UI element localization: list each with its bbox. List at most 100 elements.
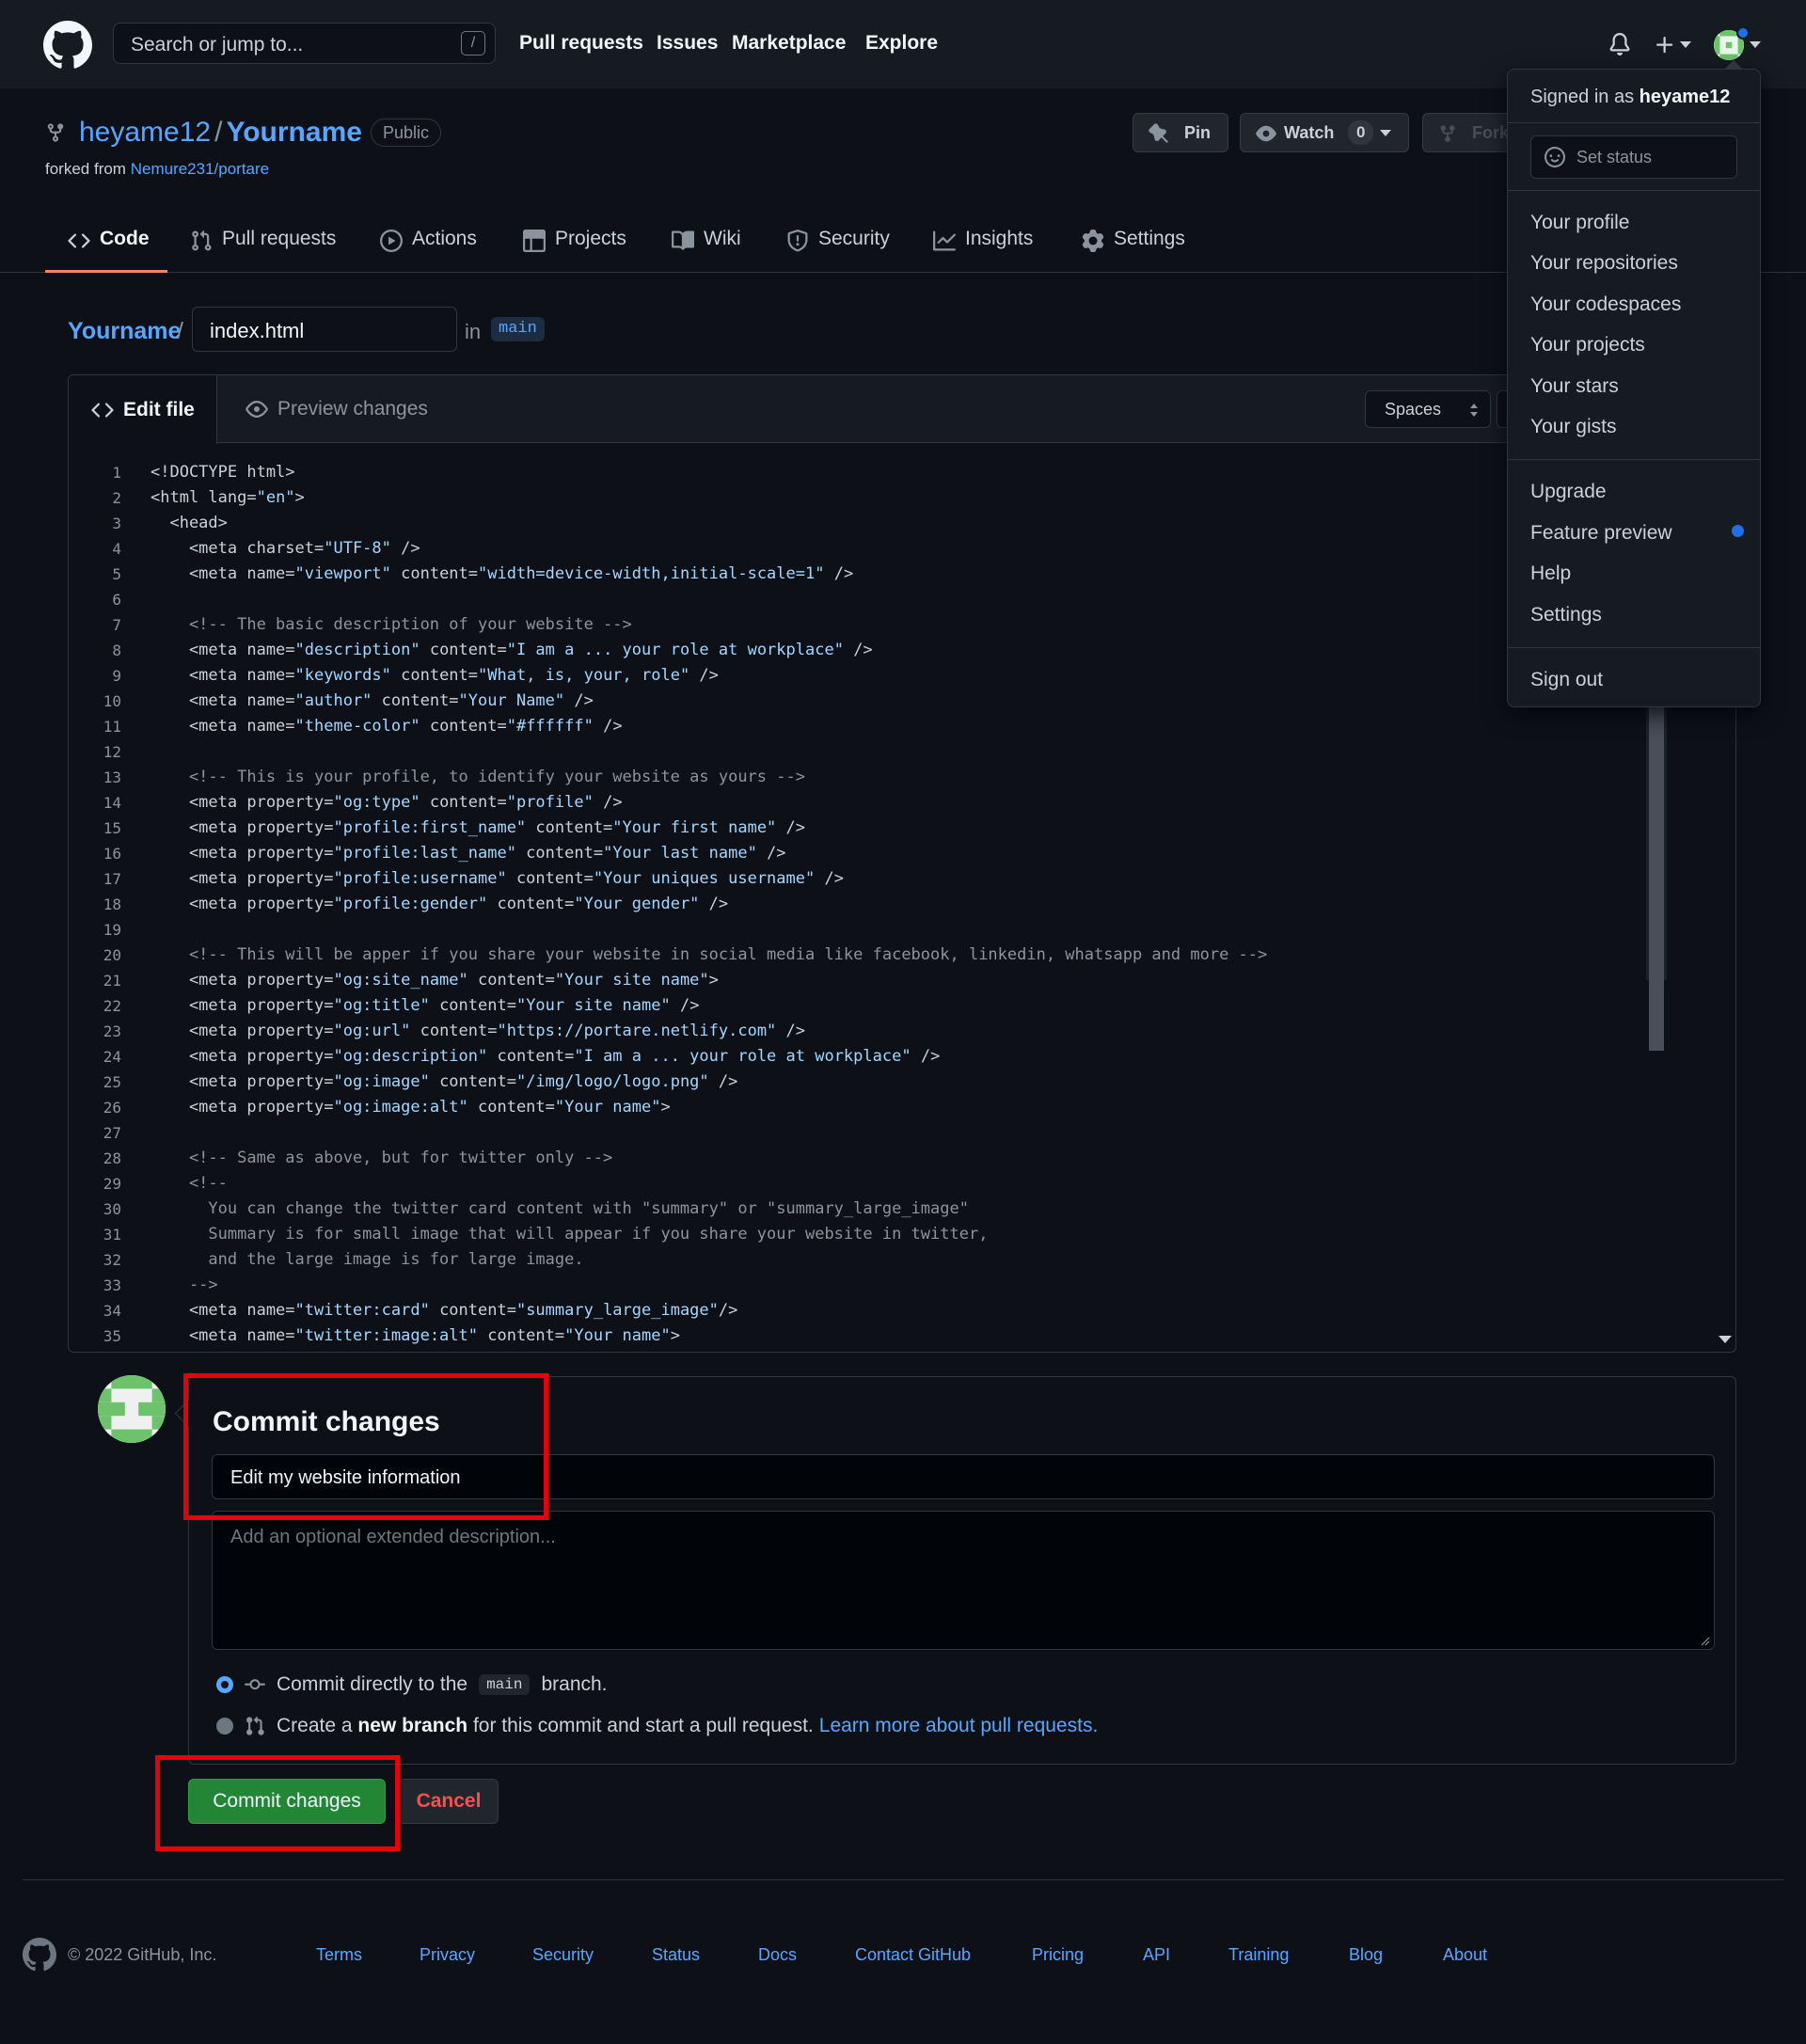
fork-button[interactable]: Fork bbox=[1422, 113, 1507, 152]
line-content: <meta name="theme-color" content="#fffff… bbox=[150, 714, 623, 739]
footer-link-pricing[interactable]: Pricing bbox=[1032, 1945, 1084, 1965]
caret-down-icon[interactable] bbox=[1680, 41, 1691, 49]
line-content: --> bbox=[150, 1276, 218, 1294]
line-number: 18 bbox=[103, 895, 121, 913]
tab-security[interactable]: Security bbox=[786, 222, 890, 273]
learn-more-link[interactable]: Learn more about pull requests. bbox=[819, 1715, 1099, 1737]
cancel-button[interactable]: Cancel bbox=[399, 1779, 499, 1824]
footer-link-status[interactable]: Status bbox=[652, 1945, 700, 1965]
tab-projects[interactable]: Projects bbox=[523, 222, 626, 273]
code-token: /> bbox=[776, 818, 806, 837]
indent-mode-select[interactable]: Spaces bbox=[1365, 390, 1491, 428]
line-number: 34 bbox=[103, 1302, 121, 1320]
footer-link-security[interactable]: Security bbox=[532, 1945, 594, 1965]
code-token: /> bbox=[843, 641, 873, 659]
code-line: 2 <html lang="en"> bbox=[69, 485, 1735, 511]
line-content: and the large image is for large image. bbox=[150, 1250, 584, 1269]
menu-your-gists[interactable]: Your gists bbox=[1530, 416, 1616, 438]
tab-pull-requests[interactable]: Pull requests bbox=[190, 222, 336, 273]
filename-input[interactable]: index.html bbox=[192, 307, 457, 352]
footer-link-terms[interactable]: Terms bbox=[316, 1945, 362, 1965]
line-number: 11 bbox=[103, 718, 121, 736]
commit-direct-radio[interactable] bbox=[216, 1676, 233, 1693]
pull-request-icon bbox=[192, 230, 212, 251]
menu-your-stars[interactable]: Your stars bbox=[1530, 375, 1619, 398]
code-line: 21 <meta property="og:site_name" content… bbox=[69, 968, 1735, 993]
watch-button[interactable]: Watch 0 bbox=[1240, 113, 1409, 152]
footer-link-contact[interactable]: Contact GitHub bbox=[855, 1945, 971, 1965]
code-line: 15 <meta property="profile:first_name" c… bbox=[69, 816, 1735, 841]
nav-issues[interactable]: Issues bbox=[657, 32, 718, 55]
tab-insights[interactable]: Insights bbox=[933, 222, 1033, 273]
avatar-caret-icon[interactable] bbox=[1750, 41, 1761, 49]
commit-new-branch-radio[interactable] bbox=[216, 1718, 233, 1735]
pin-button[interactable]: Pin bbox=[1133, 113, 1228, 152]
commit-description-textarea[interactable]: Add an optional extended description... bbox=[212, 1511, 1715, 1650]
footer-link-training[interactable]: Training bbox=[1228, 1945, 1289, 1965]
editor-scrollbar-thumb[interactable] bbox=[1649, 707, 1664, 1051]
line-content: <head> bbox=[150, 514, 228, 532]
code-token: /> bbox=[593, 793, 623, 812]
footer-link-privacy[interactable]: Privacy bbox=[420, 1945, 475, 1965]
github-logo-icon[interactable] bbox=[43, 21, 92, 70]
tab-wiki[interactable]: Wiki bbox=[672, 222, 741, 273]
forked-from: forked from Nemure231/portare bbox=[45, 160, 269, 179]
code-string: "author" bbox=[294, 691, 372, 710]
menu-your-profile[interactable]: Your profile bbox=[1530, 212, 1629, 234]
footer-link-api[interactable]: API bbox=[1143, 1945, 1170, 1965]
tab-code[interactable]: Code bbox=[45, 222, 167, 273]
footer-link-about[interactable]: About bbox=[1443, 1945, 1487, 1965]
code-token: > bbox=[670, 1326, 680, 1345]
resize-handle-icon[interactable] bbox=[1699, 1635, 1710, 1646]
breadcrumb-repo-link[interactable]: Yourname bbox=[68, 318, 181, 345]
divider bbox=[1508, 459, 1760, 460]
editor-toolbar: Edit file Preview changes Spaces bbox=[69, 375, 1735, 444]
search-input[interactable]: Search or jump to... / bbox=[113, 23, 496, 64]
code-editor[interactable]: Edit file Preview changes Spaces 1 <!DOCT… bbox=[68, 374, 1736, 1353]
signed-in-username: heyame12 bbox=[1639, 87, 1731, 107]
code-line: 8 <meta name="description" content="I am… bbox=[69, 638, 1735, 663]
forked-from-link[interactable]: Nemure231/portare bbox=[131, 160, 269, 178]
edit-file-tab[interactable]: Edit file bbox=[69, 375, 217, 444]
set-status-label: Set status bbox=[1576, 147, 1653, 166]
footer-link-blog[interactable]: Blog bbox=[1349, 1945, 1383, 1965]
commit-new-branch-option[interactable]: Create a new branch for this commit and … bbox=[216, 1715, 1098, 1737]
nav-explore[interactable]: Explore bbox=[865, 32, 938, 55]
tab-settings[interactable]: Settings bbox=[1082, 222, 1185, 273]
menu-upgrade[interactable]: Upgrade bbox=[1530, 481, 1607, 503]
code-line: 23 <meta property="og:url" content="http… bbox=[69, 1019, 1735, 1044]
github-footer-logo-icon[interactable] bbox=[23, 1938, 56, 1972]
code-icon bbox=[68, 233, 90, 248]
repo-owner-link[interactable]: heyame12 bbox=[79, 117, 211, 148]
scroll-down-icon[interactable] bbox=[1719, 1336, 1732, 1345]
bell-icon[interactable] bbox=[1608, 32, 1631, 56]
commit-direct-branch: main bbox=[479, 1674, 531, 1695]
menu-settings[interactable]: Settings bbox=[1530, 604, 1602, 626]
new-branch-prefix: Create a bbox=[277, 1715, 353, 1736]
plus-icon[interactable] bbox=[1654, 34, 1676, 56]
line-content: <meta property="profile:last_name" conte… bbox=[150, 841, 786, 866]
code-token: content= bbox=[478, 1326, 565, 1345]
menu-feature-preview[interactable]: Feature preview bbox=[1530, 522, 1672, 545]
tab-insights-label: Insights bbox=[965, 228, 1034, 249]
code-line: 35 <meta name="twitter:image:alt" conten… bbox=[69, 1323, 1735, 1349]
menu-your-codespaces[interactable]: Your codespaces bbox=[1530, 293, 1681, 316]
book-icon bbox=[672, 230, 694, 250]
tab-actions[interactable]: Actions bbox=[380, 222, 477, 273]
code-token: > bbox=[708, 971, 719, 990]
menu-help[interactable]: Help bbox=[1530, 562, 1571, 585]
preview-changes-tab[interactable]: Preview changes bbox=[246, 398, 428, 420]
nav-pull-requests[interactable]: Pull requests bbox=[519, 32, 643, 55]
visibility-badge: Public bbox=[371, 119, 442, 147]
menu-sign-out[interactable]: Sign out bbox=[1530, 669, 1603, 691]
menu-your-projects[interactable]: Your projects bbox=[1530, 334, 1645, 357]
gear-icon bbox=[1082, 230, 1104, 252]
nav-marketplace[interactable]: Marketplace bbox=[732, 32, 846, 55]
fork-icon bbox=[1440, 125, 1455, 142]
commit-direct-option[interactable]: Commit directly to the main branch. bbox=[216, 1673, 608, 1696]
menu-your-repositories[interactable]: Your repositories bbox=[1530, 252, 1678, 275]
footer-link-docs[interactable]: Docs bbox=[758, 1945, 797, 1965]
repo-name-link[interactable]: Yourname bbox=[226, 117, 361, 148]
set-status-button[interactable]: Set status bbox=[1530, 135, 1737, 179]
line-number: 28 bbox=[103, 1149, 121, 1167]
